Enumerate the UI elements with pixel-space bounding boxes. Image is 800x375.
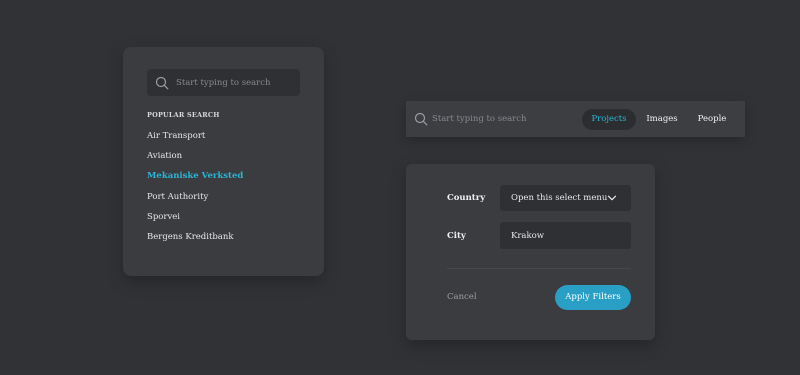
search-bar: Start typing to search Projects Images P… (406, 101, 745, 137)
city-input[interactable]: Krakow (500, 222, 631, 249)
suggestion-list: Air Transport Aviation Mekaniske Verkste… (147, 129, 243, 250)
divider (447, 268, 631, 269)
city-label: City (447, 231, 466, 241)
suggestion-item[interactable]: Sporvei (147, 210, 243, 230)
suggestion-item[interactable]: Bergens Kreditbank (147, 230, 243, 250)
tab-projects[interactable]: Projects (582, 109, 636, 130)
suggestion-item[interactable]: Port Authority (147, 190, 243, 210)
country-select-value: Open this select menu (511, 193, 608, 203)
country-label: Country (447, 193, 486, 203)
search-bar-input[interactable]: Start typing to search (432, 112, 526, 126)
popular-search-title: POPULAR SEARCH (147, 111, 220, 119)
suggestion-item-active[interactable]: Mekaniske Verksted (147, 169, 243, 189)
suggestion-item[interactable]: Air Transport (147, 129, 243, 149)
search-icon (155, 76, 169, 90)
chevron-down-icon (607, 193, 617, 203)
tab-images[interactable]: Images (641, 109, 683, 130)
search-suggestions-panel: Start typing to search POPULAR SEARCH Ai… (123, 47, 324, 276)
suggestion-item[interactable]: Aviation (147, 149, 243, 169)
country-select[interactable]: Open this select menu (500, 185, 631, 211)
tab-people[interactable]: People (692, 109, 732, 130)
page: Start typing to search POPULAR SEARCH Ai… (0, 0, 800, 375)
search-placeholder: Start typing to search (176, 77, 271, 88)
cancel-button[interactable]: Cancel (447, 291, 477, 303)
city-input-value: Krakow (511, 231, 545, 241)
filter-panel: Country Open this select menu City Krako… (406, 164, 655, 340)
apply-filters-button[interactable]: Apply Filters (555, 285, 631, 310)
panel-search-input[interactable]: Start typing to search (147, 69, 300, 96)
search-icon (414, 112, 428, 126)
